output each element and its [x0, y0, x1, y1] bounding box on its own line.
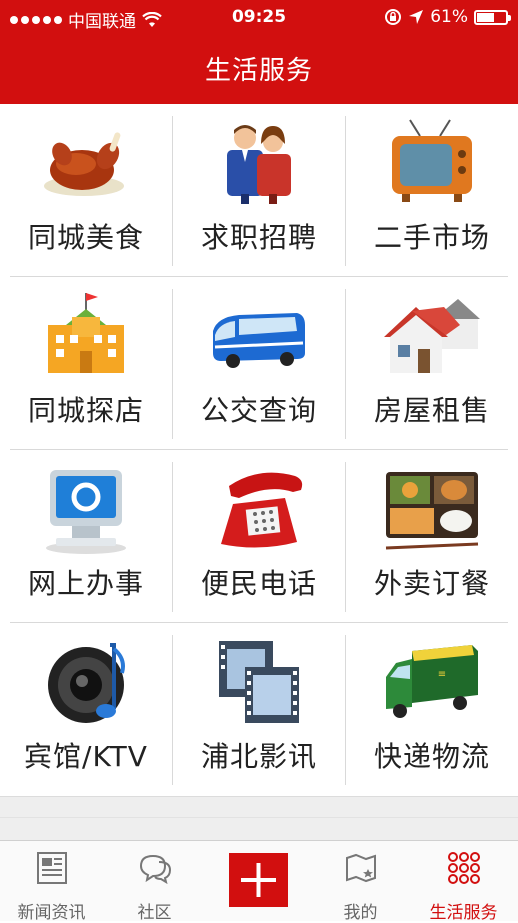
service-item-food[interactable]: 同城美食 — [0, 104, 172, 276]
tab-label: 生活服务 — [429, 903, 498, 923]
service-item-bus[interactable]: 公交查询 — [173, 277, 345, 449]
grid-row: 同城美食 求职招聘 二手市场 — [0, 104, 518, 276]
bento-meal-icon — [385, 472, 479, 550]
service-item-movies[interactable]: 浦北影讯 — [173, 623, 345, 795]
service-label: 公交查询 — [200, 394, 317, 427]
service-item-shops[interactable]: 同城探店 — [0, 277, 172, 449]
service-grid: 同城美食 求职招聘 二手市场 同城探店 公交查询 房屋租售 网上办事 便民电话 … — [0, 104, 518, 796]
service-item-housing[interactable]: 房屋租售 — [346, 277, 518, 449]
service-item-secondhand[interactable]: 二手市场 — [346, 104, 518, 276]
tab-community[interactable]: 社区 — [103, 841, 206, 923]
tab-news[interactable]: 新闻资讯 — [0, 841, 103, 923]
job-seekers-icon — [227, 125, 291, 204]
status-bar: 中国联通 09:25 61% — [0, 0, 518, 34]
battery-icon — [474, 9, 511, 25]
service-item-takeout[interactable]: 外卖订餐 — [346, 450, 518, 622]
service-label: 二手市场 — [373, 221, 490, 254]
service-label: 快递物流 — [373, 740, 490, 773]
service-item-hotel-ktv[interactable]: 宾馆/KTV — [0, 623, 172, 795]
tab-label: 社区 — [137, 903, 172, 923]
grid-row: 宾馆/KTV 浦北影讯 ≡ 快递物流 — [0, 623, 518, 795]
bus-icon — [213, 313, 305, 368]
add-button[interactable] — [229, 853, 288, 907]
grid-dots-icon — [448, 852, 480, 884]
service-item-express[interactable]: ≡ 快递物流 — [346, 623, 518, 795]
service-label: 便民电话 — [200, 567, 317, 600]
retro-tv-icon — [392, 119, 472, 202]
service-label: 求职招聘 — [200, 221, 317, 254]
service-label: 浦北影讯 — [200, 740, 317, 773]
tab-label: 新闻资讯 — [17, 903, 86, 923]
page-title: 生活服务 — [204, 56, 313, 86]
service-label: 房屋租售 — [373, 394, 490, 427]
tab-life-services[interactable]: 生活服务 — [412, 841, 515, 923]
service-label: 外卖订餐 — [373, 567, 490, 600]
film-strip-icon — [219, 641, 299, 723]
service-label: 网上办事 — [27, 567, 144, 600]
status-right: 61% — [384, 7, 511, 27]
houses-icon — [384, 299, 480, 373]
rotation-lock-icon — [385, 9, 402, 25]
service-label: 同城探店 — [27, 394, 144, 427]
service-label: 宾馆/KTV — [24, 740, 148, 773]
telephone-icon — [221, 472, 303, 548]
chat-bubbles-icon — [139, 854, 172, 885]
service-item-jobs[interactable]: 求职招聘 — [173, 104, 345, 276]
roast-chicken-icon — [44, 132, 124, 196]
location-arrow-icon — [409, 10, 424, 24]
tab-mine[interactable]: 我的 — [309, 841, 412, 923]
speaker-icon — [48, 643, 125, 723]
bottom-spacer — [0, 796, 518, 841]
tab-label: 我的 — [343, 903, 378, 923]
top-bar: 中国联通 09:25 61% 生活服务 — [0, 0, 518, 104]
map-icon — [346, 853, 376, 883]
grid-row: 同城探店 公交查询 房屋租售 — [0, 277, 518, 449]
service-item-online-affairs[interactable]: 网上办事 — [0, 450, 172, 622]
battery-percent: 61% — [430, 7, 468, 27]
plus-icon — [241, 863, 276, 897]
grid-row: 网上办事 便民电话 外卖订餐 — [0, 450, 518, 622]
service-item-phone[interactable]: 便民电话 — [173, 450, 345, 622]
svg-text:≡: ≡ — [438, 669, 446, 680]
computer-monitor-icon — [46, 470, 126, 554]
delivery-van-icon: ≡ — [386, 645, 478, 718]
building-icon — [48, 293, 124, 373]
newspaper-icon — [37, 852, 67, 884]
service-label: 同城美食 — [27, 221, 144, 254]
